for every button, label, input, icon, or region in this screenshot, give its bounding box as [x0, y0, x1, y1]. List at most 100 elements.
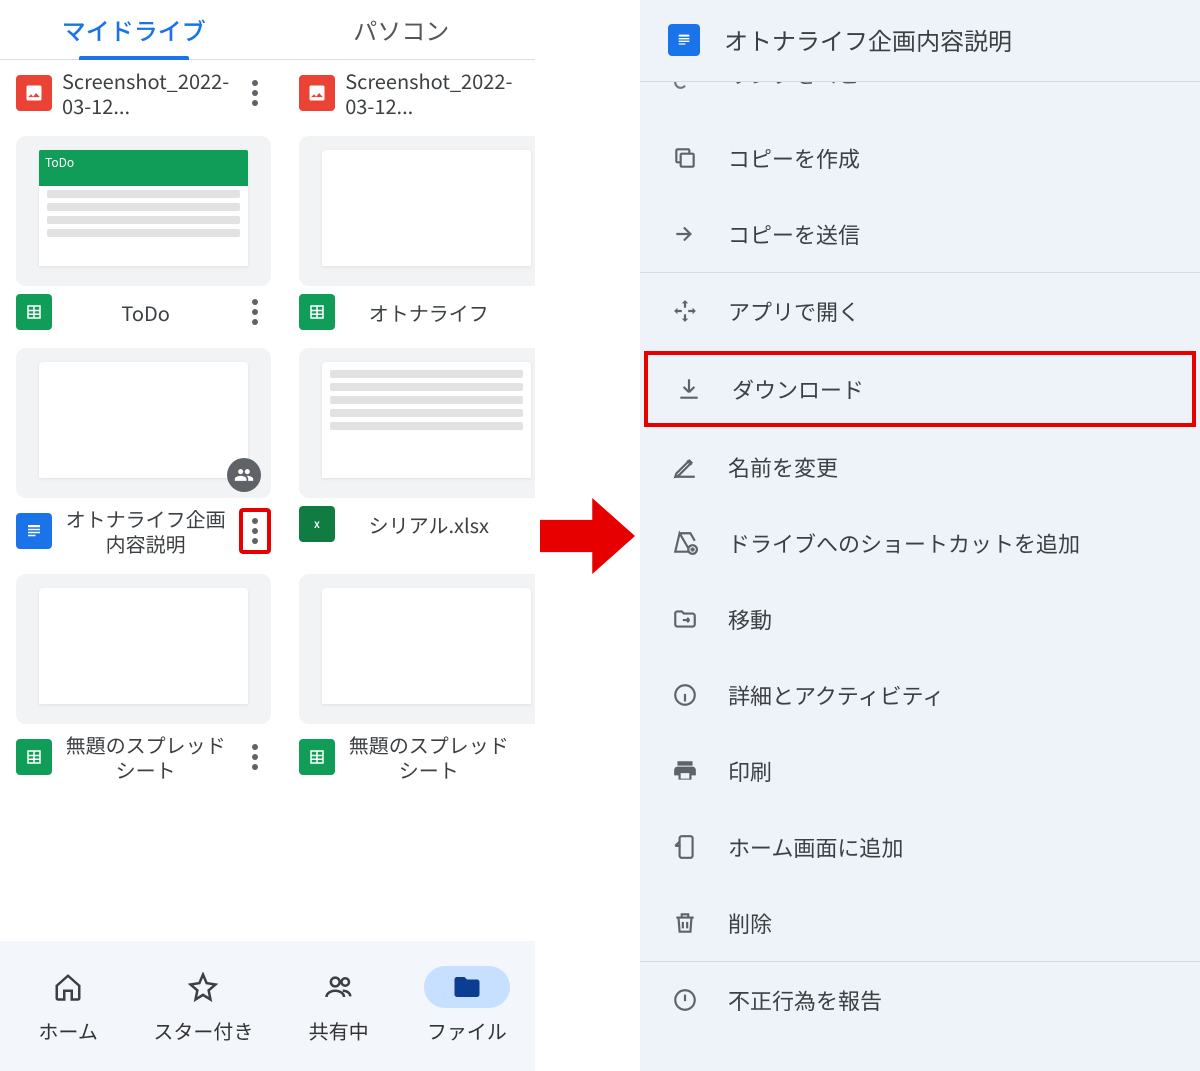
file-name: 無題のスプレッドシート — [62, 732, 229, 782]
link-icon — [670, 82, 700, 90]
tab-my-drive[interactable]: マイドライブ — [0, 0, 268, 59]
image-icon — [16, 75, 52, 111]
open-with-icon — [670, 298, 700, 324]
menu-item-add-home[interactable]: ホーム画面に追加 — [640, 809, 1200, 885]
move-icon — [670, 606, 700, 632]
file-thumbnail — [16, 348, 271, 498]
more-options-button[interactable] — [239, 744, 271, 770]
menu-item-copy-link[interactable]: リンクをコピ — [640, 82, 1200, 120]
drive-shortcut-icon — [670, 530, 700, 556]
file-grid: Screenshot_2022-03-12... Screenshot_2022… — [0, 60, 535, 941]
file-item[interactable]: ToDo ToDo — [16, 136, 271, 330]
menu-item-send-copy[interactable]: コピーを送信 — [640, 196, 1200, 272]
menu-label: ホーム画面に追加 — [728, 831, 903, 863]
file-name: 無題のスプレッドシート — [345, 732, 512, 782]
drive-tabs: マイドライブ パソコン — [0, 0, 535, 60]
send-icon — [670, 221, 700, 247]
file-item[interactable]: オトナライフ企画内容説明 — [16, 348, 271, 556]
tab-computers[interactable]: パソコン — [268, 0, 536, 59]
svg-text:X: X — [314, 518, 320, 531]
print-icon — [670, 758, 700, 784]
file-item[interactable]: 無題のスプレッドシート — [16, 574, 271, 782]
more-options-button[interactable] — [522, 744, 535, 770]
more-options-button[interactable] — [522, 511, 535, 537]
file-item[interactable]: オトナライフ — [299, 136, 535, 330]
more-options-button[interactable] — [239, 80, 271, 106]
sheets-icon — [299, 739, 335, 775]
menu-item-move[interactable]: 移動 — [640, 581, 1200, 657]
menu-item-delete[interactable]: 削除 — [640, 885, 1200, 961]
report-icon — [670, 987, 700, 1013]
menu-label: 名前を変更 — [728, 451, 838, 483]
bottom-nav: ホーム スター付き 共有中 ファイル — [0, 941, 535, 1071]
download-icon — [674, 376, 704, 402]
nav-shared[interactable]: 共有中 — [296, 966, 382, 1045]
menu-label: 削除 — [728, 907, 772, 939]
menu-item-print[interactable]: 印刷 — [640, 733, 1200, 809]
menu-item-report[interactable]: 不正行為を報告 — [640, 962, 1200, 1038]
nav-starred[interactable]: スター付き — [153, 966, 253, 1045]
menu-label: リンクをコピ — [728, 82, 860, 90]
file-item[interactable]: Screenshot_2022-03-12... — [16, 60, 271, 118]
menu-label: コピーを作成 — [728, 142, 860, 174]
context-menu-pane: オトナライフ企画内容説明 リンクをコピ コピーを作成 コピーを送信 アプリで開く… — [640, 0, 1200, 1071]
docs-icon — [668, 24, 700, 56]
menu-item-open-with[interactable]: アプリで開く — [640, 273, 1200, 349]
menu-item-rename[interactable]: 名前を変更 — [640, 429, 1200, 505]
folder-icon — [452, 972, 482, 1002]
nav-label: スター付き — [153, 1016, 253, 1045]
rename-icon — [670, 454, 700, 480]
nav-label: 共有中 — [309, 1016, 369, 1045]
file-thumbnail: ToDo — [16, 136, 271, 286]
menu-label: ダウンロード — [732, 373, 864, 405]
menu-item-download[interactable]: ダウンロード — [644, 351, 1196, 427]
home-icon — [53, 972, 83, 1002]
menu-item-make-copy[interactable]: コピーを作成 — [640, 120, 1200, 196]
menu-item-details[interactable]: 詳細とアクティビティ — [640, 657, 1200, 733]
menu-label: アプリで開く — [728, 295, 860, 327]
info-icon — [670, 682, 700, 708]
copy-icon — [670, 145, 700, 171]
menu-label: 詳細とアクティビティ — [728, 679, 944, 711]
docs-icon — [16, 513, 52, 549]
menu-label: ドライブへのショートカットを追加 — [728, 527, 1080, 559]
nav-label: ホーム — [38, 1016, 97, 1045]
nav-label: ファイル — [427, 1016, 507, 1045]
file-thumbnail — [16, 574, 271, 724]
add-to-home-icon — [670, 834, 700, 860]
menu-item-add-shortcut[interactable]: ドライブへのショートカットを追加 — [640, 505, 1200, 581]
file-item[interactable]: X シリアル.xlsx — [299, 348, 535, 556]
context-header: オトナライフ企画内容説明 — [640, 0, 1200, 81]
more-options-button[interactable] — [522, 80, 535, 106]
image-icon — [299, 75, 335, 111]
file-item[interactable]: 無題のスプレッドシート — [299, 574, 535, 782]
file-name: Screenshot_2022-03-12... — [62, 68, 229, 118]
star-icon — [188, 972, 218, 1002]
sheets-icon — [16, 739, 52, 775]
file-name: オトナライフ企画内容説明 — [62, 506, 229, 556]
trash-icon — [670, 910, 700, 936]
more-options-button[interactable] — [522, 299, 535, 325]
file-thumbnail — [299, 348, 535, 498]
file-name: オトナライフ — [345, 300, 512, 325]
sheets-icon — [299, 294, 335, 330]
drive-file-list-pane: マイドライブ パソコン Screenshot_2022-03-12... Scr… — [0, 0, 535, 1071]
menu-label: 不正行為を報告 — [728, 984, 882, 1016]
people-icon — [324, 972, 354, 1002]
context-menu-list: リンクをコピ コピーを作成 コピーを送信 アプリで開く ダウンロード 名前を変更… — [640, 82, 1200, 1071]
nav-files[interactable]: ファイル — [424, 966, 510, 1045]
menu-label: 印刷 — [728, 755, 772, 787]
file-name: Screenshot_2022-03-12... — [345, 68, 512, 118]
menu-label: コピーを送信 — [728, 218, 860, 250]
more-options-button[interactable] — [239, 299, 271, 325]
file-name: シリアル.xlsx — [345, 512, 512, 537]
file-name: ToDo — [62, 300, 229, 325]
context-title: オトナライフ企画内容説明 — [724, 22, 1012, 57]
menu-label: 移動 — [728, 603, 772, 635]
more-options-button[interactable] — [239, 508, 271, 554]
instruction-arrow — [535, 0, 640, 1071]
file-item[interactable]: Screenshot_2022-03-12... — [299, 60, 535, 118]
excel-icon: X — [299, 506, 335, 542]
file-thumbnail — [299, 136, 535, 286]
nav-home[interactable]: ホーム — [25, 966, 111, 1045]
